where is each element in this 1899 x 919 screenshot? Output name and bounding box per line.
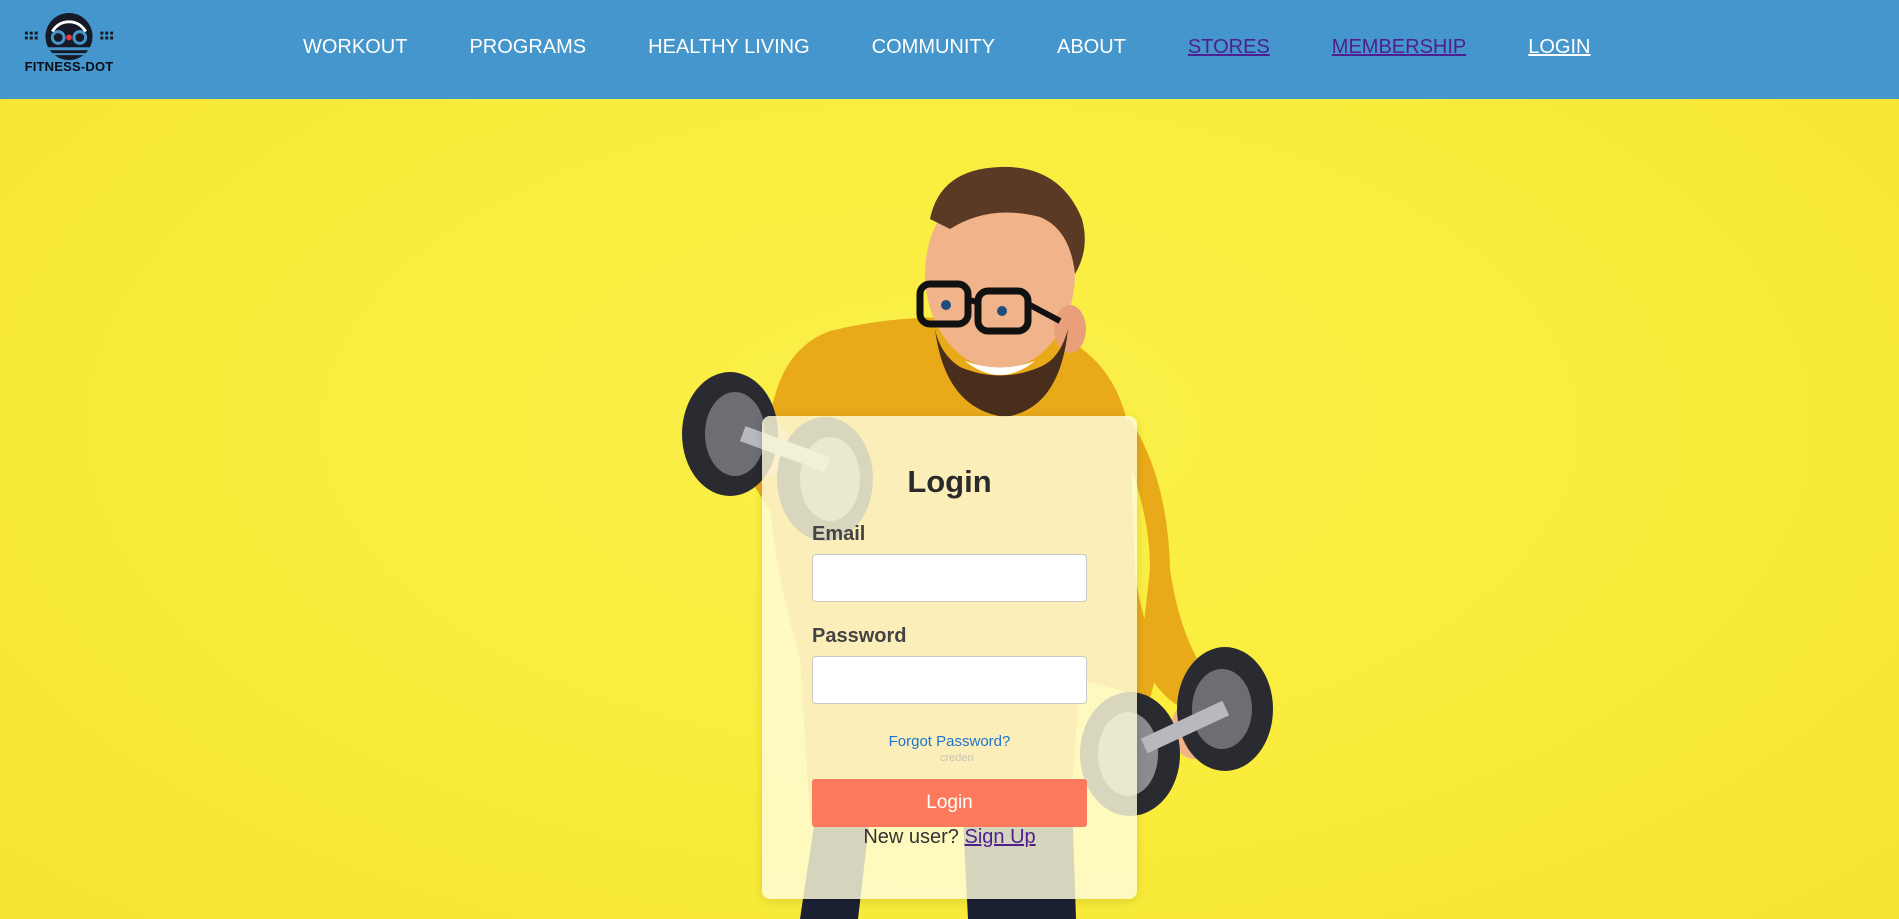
hero-section: Login Email Password Forgot Password? cr…: [0, 99, 1899, 919]
password-input[interactable]: [812, 656, 1087, 704]
email-input[interactable]: [812, 554, 1087, 602]
nav-stores[interactable]: STORES: [1188, 36, 1270, 59]
nav-workout[interactable]: WORKOUT: [303, 36, 407, 59]
login-card: Login Email Password Forgot Password? cr…: [762, 416, 1137, 899]
main-nav: WORKOUT PROGRAMS HEALTHY LIVING COMMUNIT…: [303, 36, 1653, 59]
login-title: Login: [907, 464, 992, 499]
brand-name: FITNESS-DOT: [24, 59, 114, 74]
password-label: Password: [812, 625, 907, 647]
credentials-hint: creden: [940, 752, 974, 764]
nav-community[interactable]: COMMUNITY: [872, 36, 995, 59]
nav-about[interactable]: ABOUT: [1057, 36, 1126, 59]
login-button[interactable]: Login: [812, 779, 1087, 827]
brand-logo[interactable]: FITNESS-DOT: [16, 12, 122, 74]
nav-healthy-living[interactable]: HEALTHY LIVING: [648, 36, 810, 59]
email-label: Email: [812, 523, 866, 545]
nav-programs[interactable]: PROGRAMS: [469, 36, 586, 59]
forgot-password-link[interactable]: Forgot Password?: [762, 733, 1137, 750]
signup-link[interactable]: Sign Up: [965, 826, 1036, 848]
signup-row: New user? Sign Up: [762, 826, 1137, 849]
dumbbell-logo-icon: [24, 12, 114, 61]
nav-membership[interactable]: MEMBERSHIP: [1332, 36, 1466, 59]
nav-login[interactable]: LOGIN: [1528, 36, 1590, 59]
top-navbar: FITNESS-DOT WORKOUT PROGRAMS HEALTHY LIV…: [0, 0, 1899, 99]
new-user-text: New user?: [863, 826, 959, 848]
